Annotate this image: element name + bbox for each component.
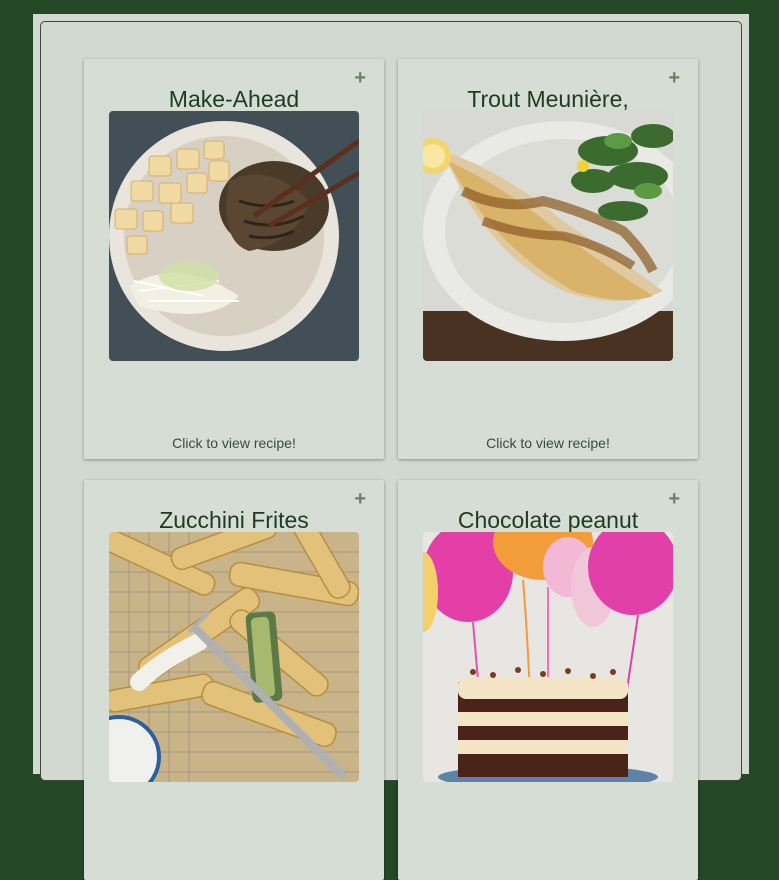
view-recipe-link[interactable]: Click to view recipe! [84,435,384,451]
recipe-title: Make-Ahead [168,86,300,112]
recipe-card[interactable]: + Trout Meunière, Click to view recipe! [398,59,698,459]
recipe-card[interactable]: + Chocolate peanut [398,480,698,880]
page-panel: + Make-Ahead Click to view recipe! + Tro… [33,14,749,880]
recipe-title: Zucchini Frites [159,507,309,533]
recipe-grid-frame: + Make-Ahead Click to view recipe! + Tro… [40,21,742,880]
trout-fillet-plate-photo[interactable] [423,111,673,361]
recipe-title: Chocolate peanut [457,507,639,533]
recipe-card[interactable]: + Zucchini Frites [84,480,384,880]
cake-balloons-photo[interactable] [423,532,673,782]
recipe-title: Trout Meunière, [467,86,629,112]
view-recipe-link[interactable]: Click to view recipe! [398,435,698,451]
tofu-noodle-bowl-photo[interactable] [109,111,359,361]
recipe-card[interactable]: + Make-Ahead Click to view recipe! [84,59,384,459]
zucchini-frites-photo[interactable] [109,532,359,782]
